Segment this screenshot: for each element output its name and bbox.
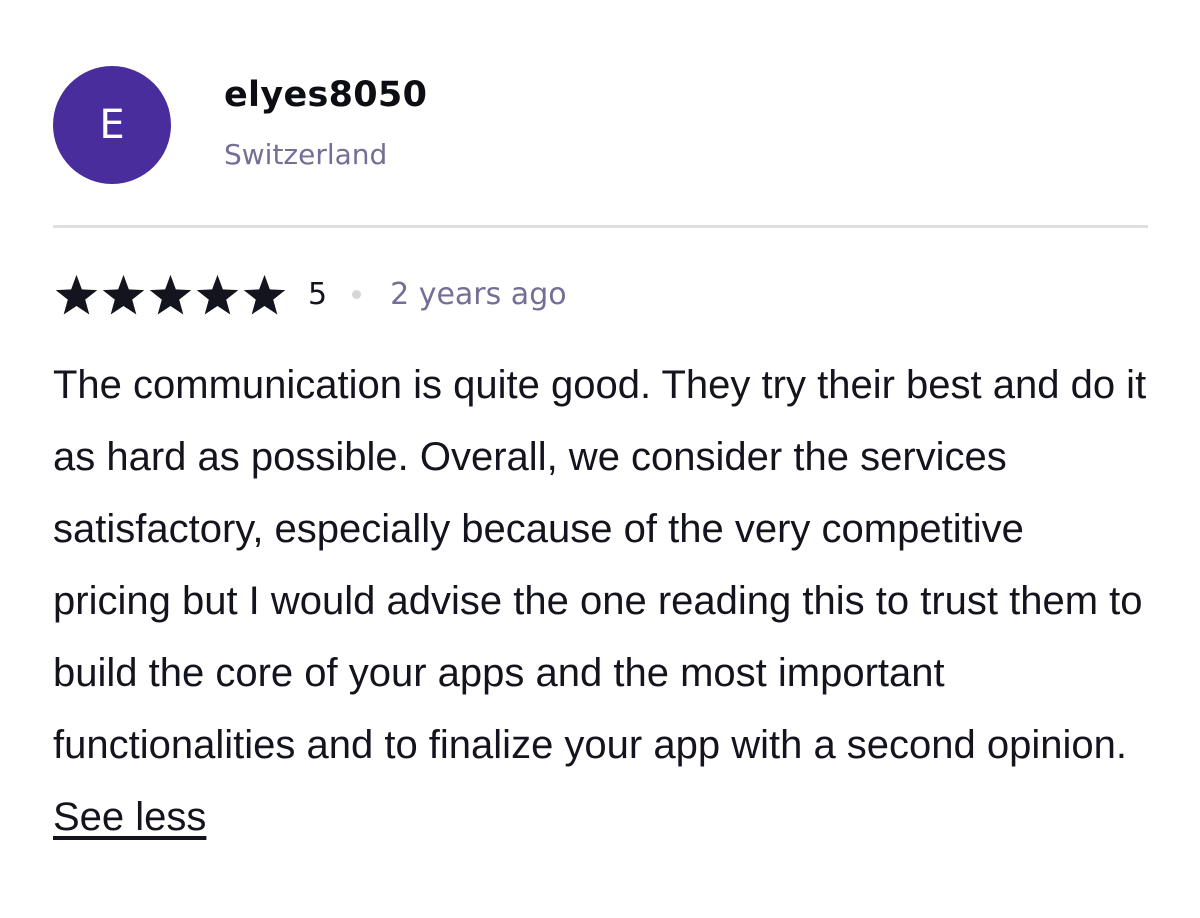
reviewer-country: Switzerland (224, 138, 388, 171)
review-date: 2 years ago (390, 276, 567, 312)
star-icon (102, 274, 145, 315)
star-icon (149, 274, 192, 315)
see-less-link[interactable]: See less (53, 795, 206, 839)
review-card: E elyes8050 Switzerland 5 2 years ago Th… (53, 66, 1148, 839)
rating-value: 5 (308, 276, 328, 312)
rating-row: 5 2 years ago (53, 272, 567, 316)
divider (53, 225, 1148, 228)
review-text: The communication is quite good. They tr… (53, 349, 1148, 853)
avatar: E (53, 66, 171, 184)
star-icon (196, 274, 239, 315)
star-icon (55, 274, 98, 315)
reviewer-info: elyes8050 Switzerland (224, 74, 427, 172)
reviewer-header: E elyes8050 Switzerland (53, 66, 1148, 186)
separator-dot (352, 289, 362, 299)
avatar-initial: E (99, 102, 125, 148)
star-rating (53, 272, 288, 316)
star-icon (243, 274, 286, 315)
review-body: The communication is quite good. They tr… (53, 363, 1147, 767)
reviewer-name: elyes8050 (224, 75, 428, 115)
